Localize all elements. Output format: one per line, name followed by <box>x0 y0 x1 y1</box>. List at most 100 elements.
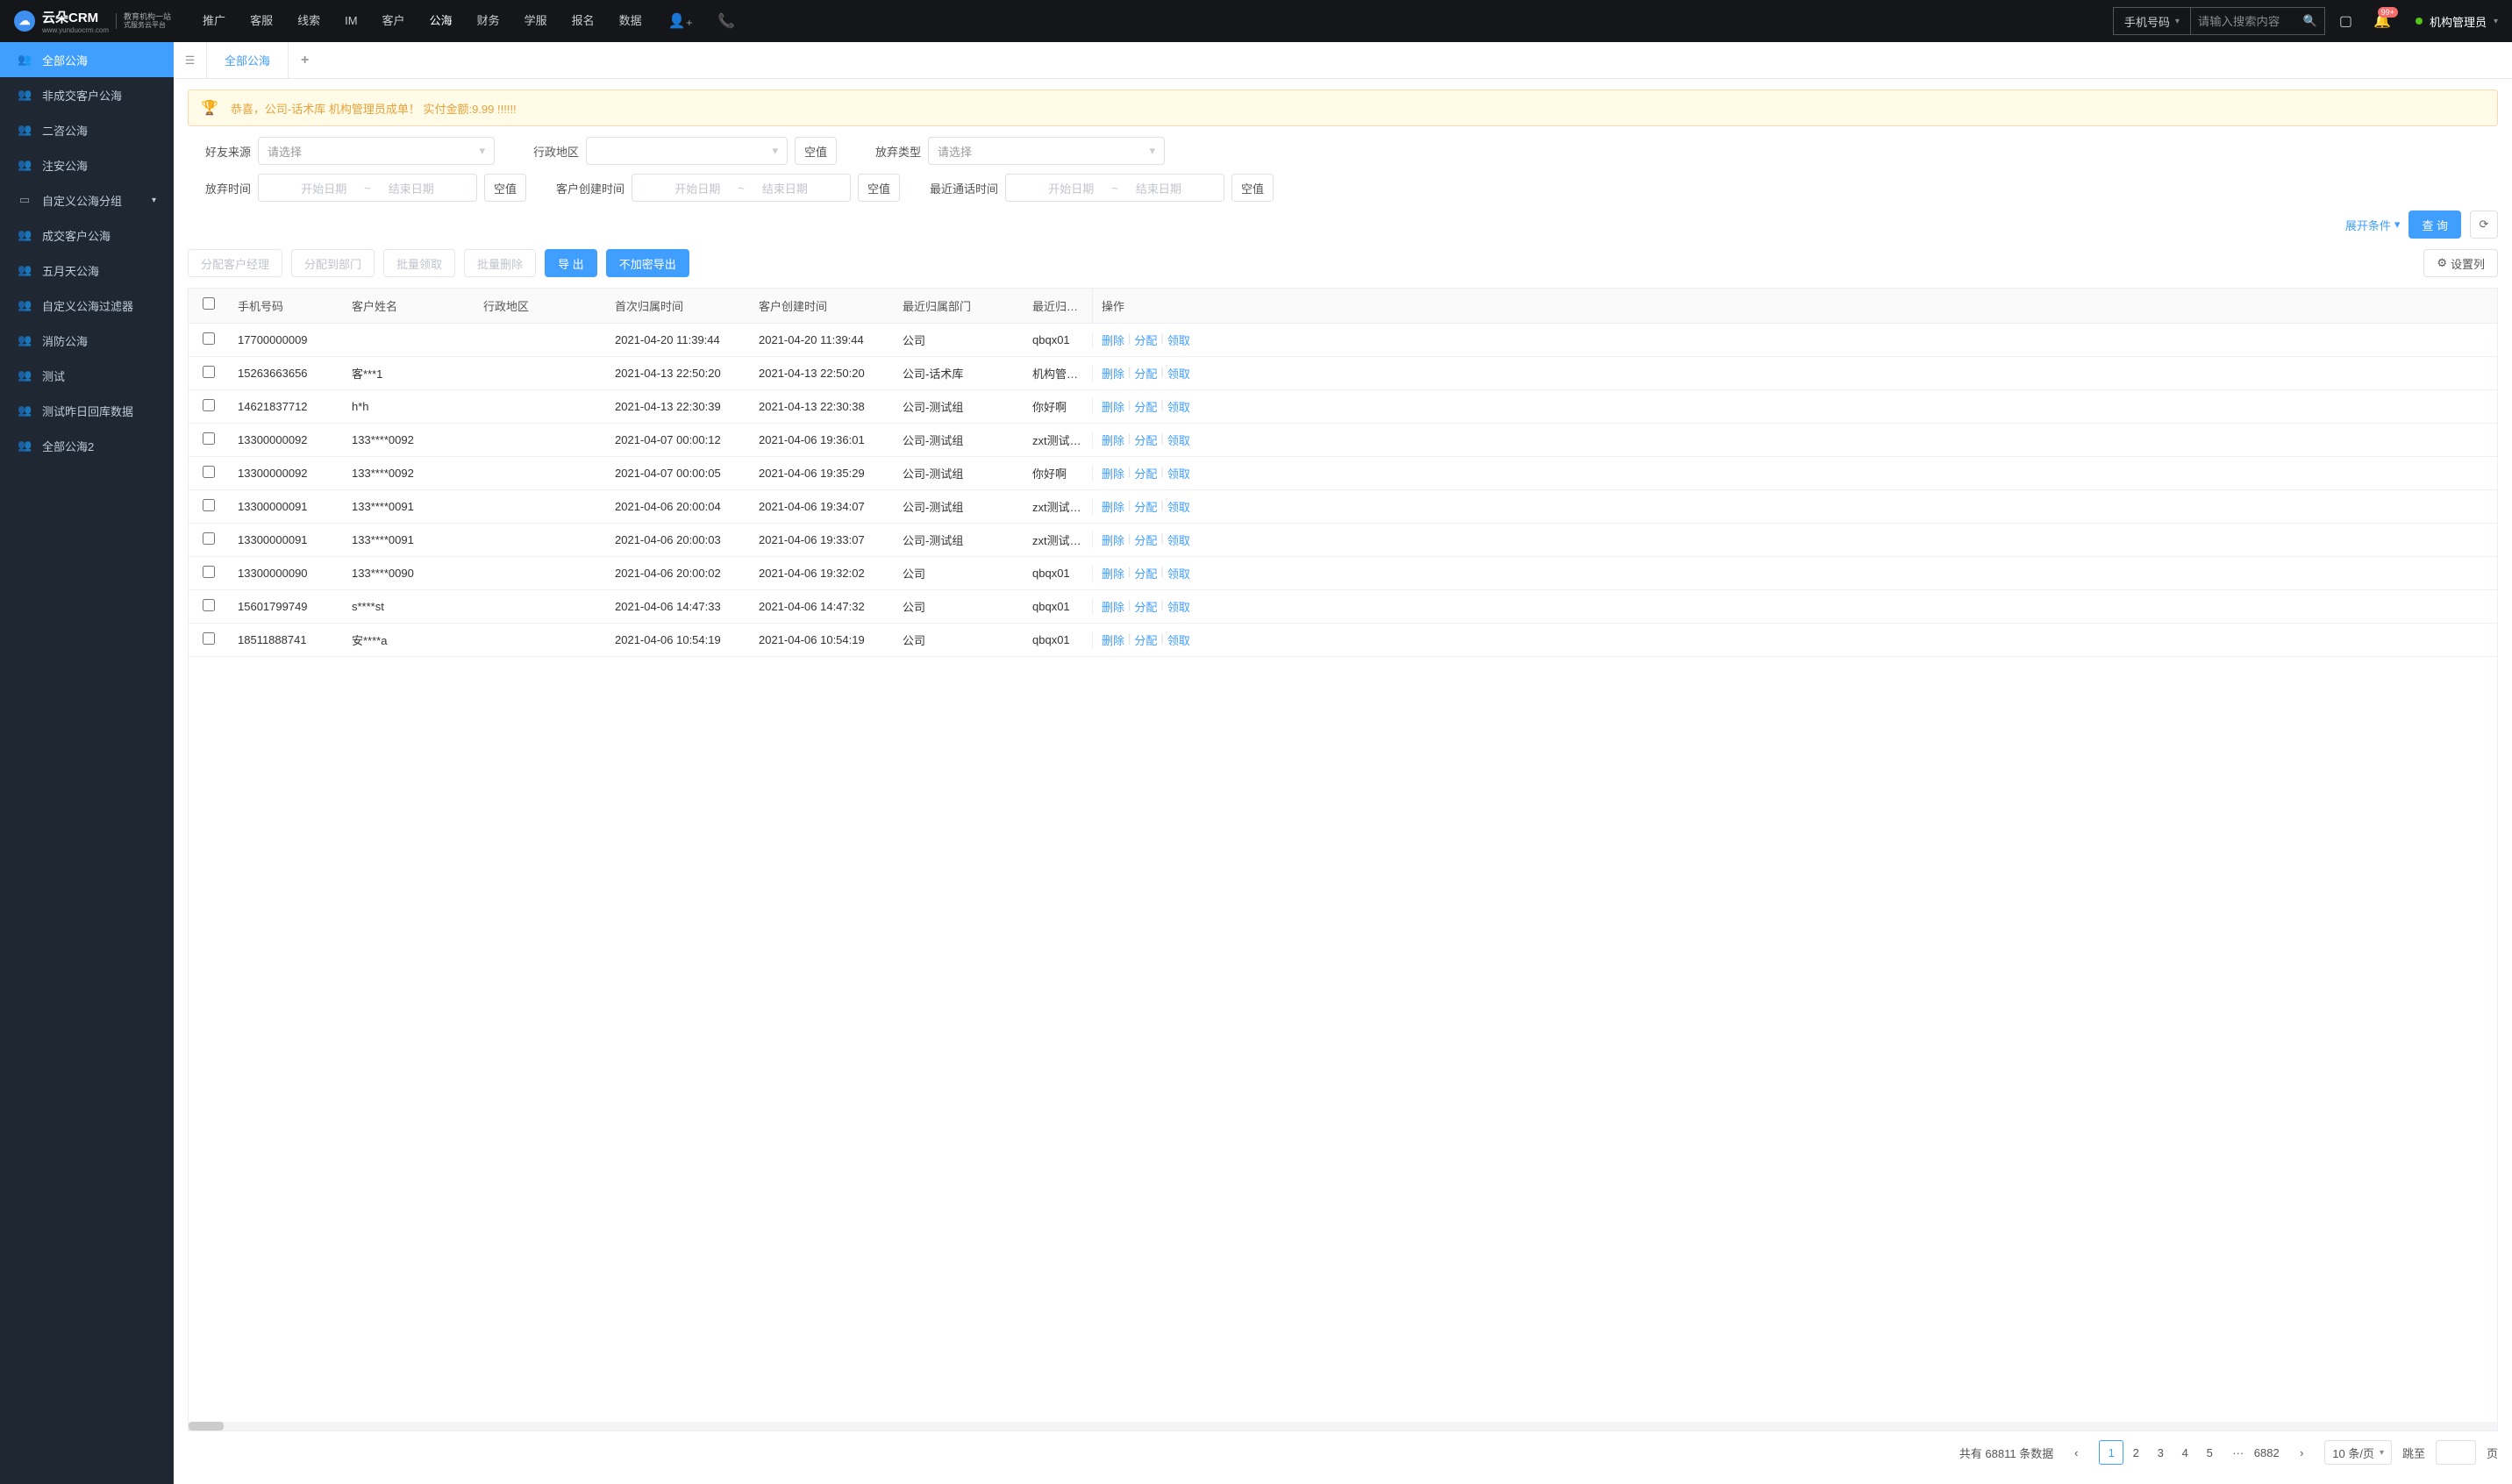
filter-source-select[interactable]: 请选择▾ <box>258 137 495 165</box>
filter-call-time-range[interactable]: 开始日期~结束日期 <box>1005 174 1224 202</box>
filter-abandon-time-range[interactable]: 开始日期~结束日期 <box>258 174 477 202</box>
sidebar-item[interactable]: ▭自定义公海分组▾ <box>0 182 174 218</box>
op-claim[interactable]: 领取 <box>1167 498 1190 515</box>
col-owner[interactable]: 最近归属人 <box>1024 289 1092 323</box>
page-last[interactable]: 6882 <box>2254 1440 2279 1465</box>
nav-item[interactable]: 学服 <box>514 0 558 42</box>
horizontal-scrollbar[interactable] <box>189 1422 2497 1430</box>
cell-phone[interactable]: 13300000091 <box>229 533 343 546</box>
page-number[interactable]: 3 <box>2148 1440 2173 1465</box>
op-assign[interactable]: 分配 <box>1134 365 1157 382</box>
row-checkbox[interactable] <box>203 632 215 645</box>
filter-abandon-time-null[interactable]: 空值 <box>484 174 526 202</box>
assign-dept-button[interactable]: 分配到部门 <box>291 249 375 277</box>
cell-phone[interactable]: 13300000092 <box>229 467 343 480</box>
export-button[interactable]: 导 出 <box>545 249 597 277</box>
op-delete[interactable]: 删除 <box>1102 465 1124 482</box>
nav-item[interactable]: 客户 <box>372 0 416 42</box>
user-menu[interactable]: 机构管理员 ▾ <box>2416 13 2498 30</box>
sidebar-item[interactable]: 👥全部公海2 <box>0 428 174 463</box>
op-assign[interactable]: 分配 <box>1134 498 1157 515</box>
filter-create-time-range[interactable]: 开始日期~结束日期 <box>632 174 851 202</box>
page-next[interactable]: › <box>2289 1440 2314 1465</box>
notification-icon[interactable]: 🔔99+ <box>2373 12 2391 30</box>
sidebar-item[interactable]: 👥成交客户公海 <box>0 218 174 253</box>
filter-abandon-type-select[interactable]: 请选择▾ <box>928 137 1165 165</box>
op-delete[interactable]: 删除 <box>1102 532 1124 548</box>
op-delete[interactable]: 删除 <box>1102 365 1124 382</box>
op-assign[interactable]: 分配 <box>1134 465 1157 482</box>
select-all-checkbox[interactable] <box>203 297 215 310</box>
col-first-time[interactable]: 首次归属时间 <box>606 289 750 323</box>
page-number[interactable]: 2 <box>2123 1440 2148 1465</box>
nav-item[interactable]: IM <box>334 0 368 42</box>
phone-icon[interactable]: 📞 <box>709 12 744 30</box>
col-region[interactable]: 行政地区 <box>475 289 606 323</box>
page-number[interactable]: 5 <box>2197 1440 2222 1465</box>
op-claim[interactable]: 领取 <box>1167 565 1190 581</box>
nav-item[interactable]: 数据 <box>609 0 653 42</box>
op-claim[interactable]: 领取 <box>1167 465 1190 482</box>
op-assign[interactable]: 分配 <box>1134 532 1157 548</box>
cell-phone[interactable]: 18511888741 <box>229 633 343 646</box>
nav-item[interactable]: 公海 <box>419 0 463 42</box>
op-claim[interactable]: 领取 <box>1167 532 1190 548</box>
page-prev[interactable]: ‹ <box>2064 1440 2088 1465</box>
batch-claim-button[interactable]: 批量领取 <box>383 249 455 277</box>
op-delete[interactable]: 删除 <box>1102 598 1124 615</box>
sidebar-item[interactable]: 👥全部公海 <box>0 42 174 77</box>
row-checkbox[interactable] <box>203 466 215 478</box>
set-columns-button[interactable]: ⚙设置列 <box>2423 249 2498 277</box>
tab-active[interactable]: 全部公海 <box>207 42 289 78</box>
op-assign[interactable]: 分配 <box>1134 631 1157 648</box>
row-checkbox[interactable] <box>203 566 215 578</box>
op-delete[interactable]: 删除 <box>1102 498 1124 515</box>
cell-phone[interactable]: 13300000090 <box>229 567 343 580</box>
filter-call-time-null[interactable]: 空值 <box>1231 174 1274 202</box>
col-phone[interactable]: 手机号码 <box>229 289 343 323</box>
op-delete[interactable]: 删除 <box>1102 332 1124 348</box>
sidebar-item[interactable]: 👥测试 <box>0 358 174 393</box>
nav-item[interactable]: 财务 <box>467 0 510 42</box>
row-checkbox[interactable] <box>203 432 215 445</box>
nav-item[interactable]: 报名 <box>561 0 605 42</box>
sidebar-item[interactable]: 👥注安公海 <box>0 147 174 182</box>
tab-add-button[interactable]: + <box>289 53 321 68</box>
op-delete[interactable]: 删除 <box>1102 432 1124 448</box>
row-checkbox[interactable] <box>203 399 215 411</box>
op-claim[interactable]: 领取 <box>1167 332 1190 348</box>
op-assign[interactable]: 分配 <box>1134 565 1157 581</box>
nav-item[interactable]: 线索 <box>287 0 331 42</box>
op-assign[interactable]: 分配 <box>1134 432 1157 448</box>
op-delete[interactable]: 删除 <box>1102 631 1124 648</box>
refresh-icon[interactable]: ⟳ <box>2470 210 2498 239</box>
row-checkbox[interactable] <box>203 499 215 511</box>
op-delete[interactable]: 删除 <box>1102 398 1124 415</box>
search-type-select[interactable]: 手机号码▾ <box>2114 8 2191 34</box>
filter-create-time-null[interactable]: 空值 <box>858 174 900 202</box>
row-checkbox[interactable] <box>203 366 215 378</box>
col-dept[interactable]: 最近归属部门 <box>894 289 1024 323</box>
op-assign[interactable]: 分配 <box>1134 598 1157 615</box>
jump-input[interactable] <box>2436 1440 2476 1465</box>
op-claim[interactable]: 领取 <box>1167 598 1190 615</box>
sidebar-item[interactable]: 👥自定义公海过滤器 <box>0 288 174 323</box>
search-icon[interactable]: 🔍 <box>2296 14 2324 28</box>
sidebar-item[interactable]: 👥非成交客户公海 <box>0 77 174 112</box>
assign-manager-button[interactable]: 分配客户经理 <box>188 249 282 277</box>
cell-phone[interactable]: 15263663656 <box>229 367 343 380</box>
export-plain-button[interactable]: 不加密导出 <box>606 249 689 277</box>
page-number[interactable]: 1 <box>2099 1440 2123 1465</box>
cell-phone[interactable]: 15601799749 <box>229 600 343 613</box>
cell-phone[interactable]: 17700000009 <box>229 333 343 346</box>
logo[interactable]: ☁ 云朵CRM www.yunduocrm.com 教育机构一站 式服务云平台 <box>14 8 171 34</box>
nav-item[interactable]: 推广 <box>192 0 236 42</box>
sidebar-item[interactable]: 👥五月天公海 <box>0 253 174 288</box>
op-claim[interactable]: 领取 <box>1167 365 1190 382</box>
tabs-collapse-icon[interactable]: ☰ <box>174 42 207 78</box>
sidebar-item[interactable]: 👥消防公海 <box>0 323 174 358</box>
row-checkbox[interactable] <box>203 532 215 545</box>
row-checkbox[interactable] <box>203 332 215 345</box>
row-checkbox[interactable] <box>203 599 215 611</box>
op-claim[interactable]: 领取 <box>1167 631 1190 648</box>
